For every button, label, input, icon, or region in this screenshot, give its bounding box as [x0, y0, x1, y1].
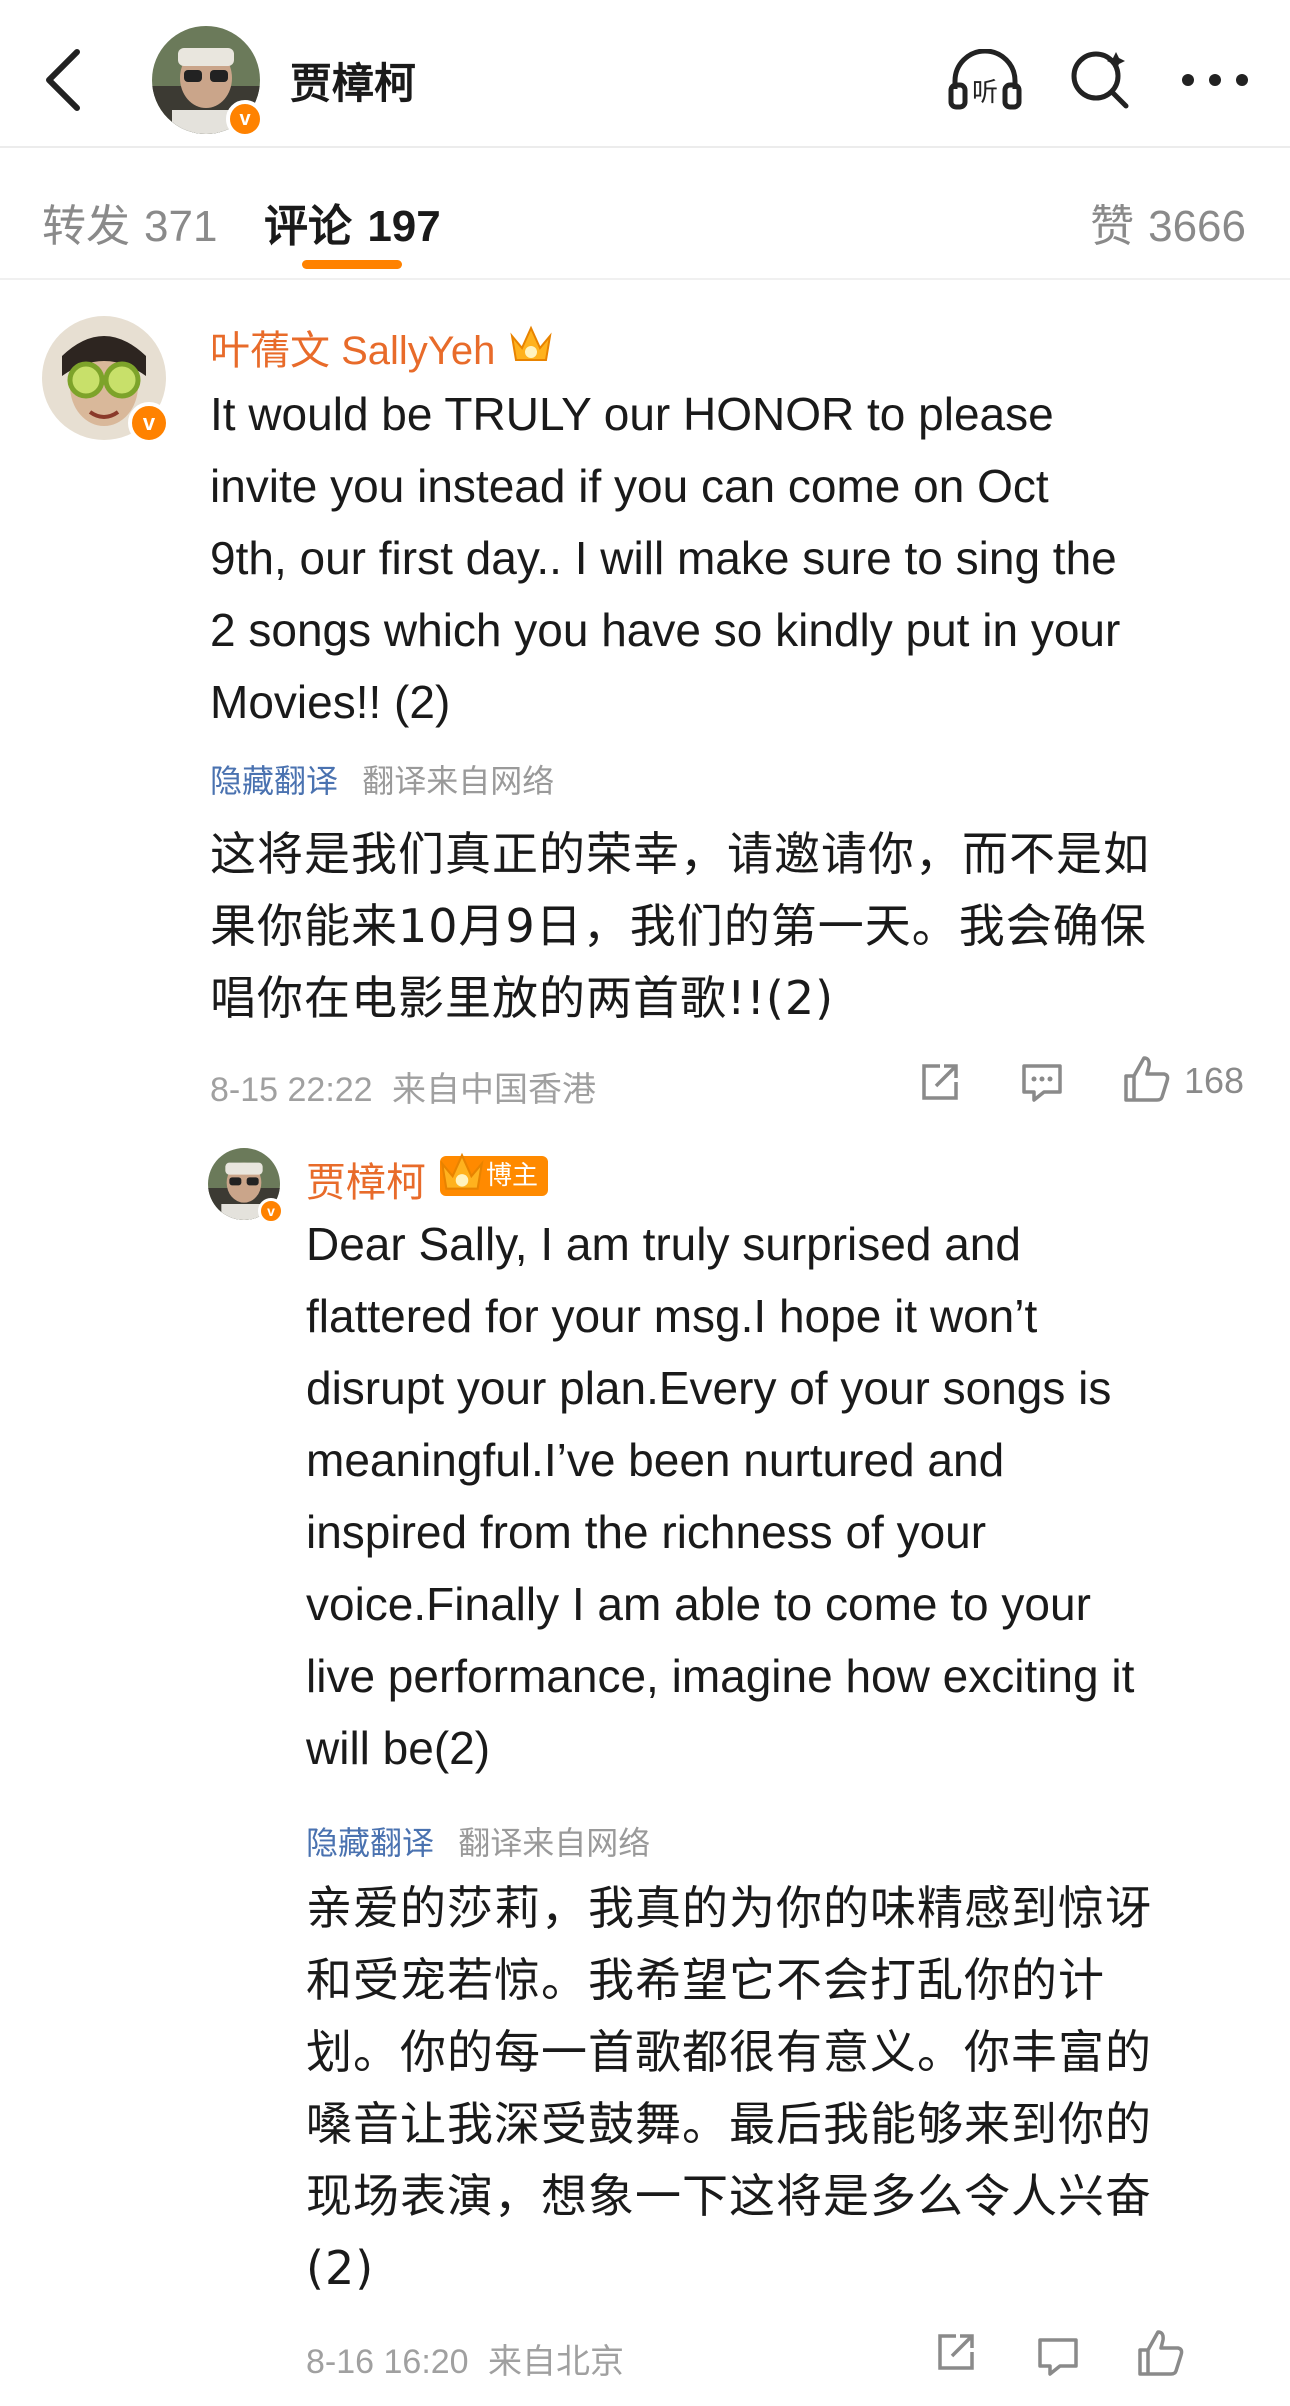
translation-line: (2)	[306, 2241, 375, 2295]
comment-icon	[1038, 2338, 1078, 2376]
reply-text: Dear Sally, I am truly surprised and fla…	[306, 1208, 1266, 1784]
translation-line: 和受宠若惊。我希望它不会打乱你的计	[306, 1953, 1105, 2007]
reply-location: 来自北京	[488, 2343, 625, 2381]
listen-button[interactable]: 听	[940, 40, 1030, 120]
comment-text: It would be TRULY our HONOR to please in…	[210, 378, 1260, 738]
crown-icon	[510, 325, 552, 361]
translation-source: 翻译来自网络	[362, 762, 555, 800]
comment-author-name[interactable]: 叶蒨文 SallyYeh	[210, 318, 495, 376]
tab-comment-count: 197	[367, 202, 441, 251]
tab-comment-label: 评论	[264, 201, 352, 252]
comment-date: 8-15 22:22	[210, 1071, 373, 1109]
comment-text-line: invite you instead if you can come on Oc…	[210, 460, 1049, 512]
reply-translation: 亲爱的莎莉，我真的为你的味精感到惊讶 和受宠若惊。我希望它不会打乱你的计 划。你…	[306, 1872, 1276, 2304]
tab-repost-label: 转发	[42, 201, 130, 252]
active-tab-indicator	[302, 260, 402, 269]
hide-translation-link[interactable]: 隐藏翻译	[306, 1824, 434, 1862]
header-avatar[interactable]: v	[152, 26, 264, 138]
translation-row: 隐藏翻译 翻译来自网络	[306, 1818, 650, 1864]
more-icon	[1182, 74, 1248, 86]
share-button[interactable]	[910, 1052, 970, 1112]
comment-meta: 8-15 22:22 来自中国香港	[210, 1062, 596, 1111]
like-button[interactable]	[1116, 1048, 1178, 1110]
tab-like-label: 赞	[1090, 201, 1135, 252]
like-count: 168	[1184, 1060, 1245, 1101]
comment-text-line: 9th, our first day.. I will make sure to…	[210, 532, 1117, 584]
translation-line: 亲爱的莎莉，我真的为你的味精感到惊讶	[306, 1881, 1152, 1935]
share-icon	[922, 1064, 958, 1100]
tab-repost-count: 371	[144, 202, 218, 251]
translation-source: 翻译来自网络	[458, 1824, 651, 1862]
back-button[interactable]	[28, 40, 98, 120]
translation-line: 这将是我们真正的荣幸，请邀请你，而不是如	[210, 827, 1150, 881]
search-button[interactable]	[1055, 40, 1145, 120]
comment-text-line: It would be TRULY our HONOR to please	[210, 388, 1054, 440]
reply-avatar[interactable]: v	[208, 1148, 284, 1224]
comment-translation: 这将是我们真正的荣幸，请邀请你，而不是如 果你能来10月9日，我们的第一天。我会…	[210, 818, 1270, 1034]
back-arrow-icon	[46, 49, 80, 111]
tab-like-count: 3666	[1148, 202, 1246, 251]
listen-icon: 听	[948, 49, 1022, 110]
reply-author-name[interactable]: 贾樟柯	[306, 1150, 426, 1208]
more-button[interactable]	[1170, 40, 1260, 120]
top-nav-bar: v 贾樟柯 听	[0, 0, 1290, 148]
reply-text-line: disrupt your plan.Every of your songs is	[306, 1362, 1112, 1414]
reply-text-line: voice.Finally I am able to come to your	[306, 1578, 1091, 1630]
reply-text-line: will be(2)	[306, 1722, 491, 1774]
comment-text-line: Movies!! (2)	[210, 676, 451, 728]
translation-row: 隐藏翻译 翻译来自网络	[210, 756, 554, 802]
reply-text-line: meaningful.I’ve been nurtured and	[306, 1434, 1005, 1486]
reply-text-line: inspired from the richness of your	[306, 1506, 987, 1558]
reply-text-line: flattered for your msg.I hope it won’t	[306, 1290, 1038, 1342]
translation-line: 唱你在电影里放的两首歌!!(2)	[210, 971, 835, 1025]
tab-bar: 转发 371 评论 197 赞 3666	[0, 150, 1290, 280]
translation-line: 嗓音让我深受鼓舞。最后我能够来到你的	[306, 2097, 1152, 2151]
reply-text-line: live performance, imagine how exciting i…	[306, 1650, 1135, 1702]
verified-icon: v	[226, 100, 264, 138]
reply-comment-button[interactable]	[1028, 2326, 1088, 2386]
verified-icon: v	[258, 1198, 284, 1224]
thumbs-up-icon	[1138, 2330, 1184, 2376]
reply-share-button[interactable]	[926, 2322, 986, 2382]
translation-line: 现场表演，想象一下这将是多么令人兴奋	[306, 2169, 1152, 2223]
reply-meta: 8-16 16:20 来自北京	[306, 2334, 624, 2383]
reply-button[interactable]	[1012, 1052, 1072, 1112]
page-title: 贾樟柯	[290, 59, 417, 108]
share-icon	[938, 2334, 974, 2370]
tab-like[interactable]: 赞 3666	[1090, 190, 1246, 254]
comment-avatar[interactable]: v	[42, 316, 170, 444]
tab-comment[interactable]: 评论 197	[264, 190, 441, 254]
hide-translation-link[interactable]: 隐藏翻译	[210, 762, 338, 800]
verified-icon: v	[128, 402, 170, 444]
translation-line: 果你能来10月9日，我们的第一天。我会确保	[210, 899, 1147, 953]
crown-icon	[440, 1152, 484, 1190]
reply-date: 8-16 16:20	[306, 2343, 469, 2381]
comment-location: 来自中国香港	[392, 1071, 597, 1109]
reply-text-line: Dear Sally, I am truly surprised and	[306, 1218, 1021, 1270]
comment-icon	[1022, 1064, 1062, 1102]
tab-repost[interactable]: 转发 371	[42, 190, 217, 254]
svg-text:听: 听	[972, 78, 998, 108]
reply-like-button[interactable]	[1130, 2322, 1192, 2384]
translation-line: 划。你的每一首歌都很有意义。你丰富的	[306, 2025, 1152, 2079]
search-icon	[1071, 51, 1129, 109]
comment-text-line: 2 songs which you have so kindly put in …	[210, 604, 1121, 656]
thumbs-up-icon	[1124, 1056, 1170, 1102]
host-badge-label: 博主	[486, 1161, 539, 1191]
